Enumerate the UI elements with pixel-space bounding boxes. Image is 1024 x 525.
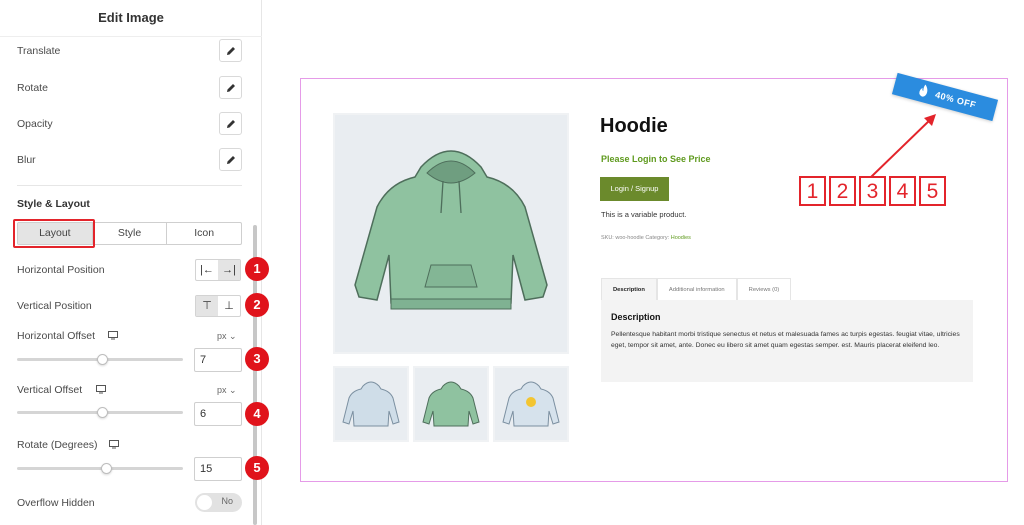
- slider-handle[interactable]: [97, 354, 109, 365]
- tab-reviews[interactable]: Reviews (0): [736, 278, 792, 300]
- sku-meta: SKU: woo-hoodie Category: Hoodies: [601, 235, 691, 241]
- step-badge-4: 4: [245, 402, 269, 426]
- horizontal-offset-label: Horizontal Offset: [17, 330, 96, 342]
- overflow-hidden-label: Overflow Hidden: [17, 497, 95, 509]
- style-layout-heading: Style & Layout: [17, 198, 90, 210]
- panel-title: Edit Image: [98, 10, 164, 25]
- rotate-degrees-label: Rotate (Degrees): [17, 439, 98, 451]
- thumbnail-2[interactable]: [413, 366, 489, 442]
- product-tabs: Description Additional information Revie…: [601, 278, 792, 300]
- thumbnail-3[interactable]: [493, 366, 569, 442]
- translate-edit-button[interactable]: [219, 39, 242, 62]
- editor-panel: Edit Image Translate Rotate Opacity Blur…: [0, 0, 269, 525]
- unit-select[interactable]: px ⌄: [217, 385, 237, 396]
- annotation-number-4: 4: [889, 176, 916, 206]
- description-panel: Description Pellentesque habitant morbi …: [601, 300, 973, 382]
- annotation-arrow: [869, 114, 936, 179]
- step-badge-5: 5: [245, 456, 269, 480]
- hoodie-image: [354, 150, 548, 310]
- monitor-icon[interactable]: [96, 385, 106, 394]
- horizontal-position-control: |← →|: [195, 259, 241, 281]
- login-signup-button[interactable]: Login / Signup: [600, 177, 669, 201]
- annotation-number-3: 3: [859, 176, 886, 206]
- align-left-button[interactable]: |←: [196, 260, 218, 280]
- annotation-number-5: 5: [919, 176, 946, 206]
- blur-label: Blur: [17, 154, 36, 166]
- tab-additional-information[interactable]: Additional information: [656, 278, 737, 300]
- unit-value: px: [217, 331, 227, 341]
- annotation-number-2: 2: [829, 176, 856, 206]
- tab-description[interactable]: Description: [601, 278, 657, 300]
- product-short-description: This is a variable product.: [601, 210, 687, 219]
- flame-icon: [919, 84, 928, 97]
- description-heading: Description: [611, 312, 661, 322]
- thumbnail-1[interactable]: [333, 366, 409, 442]
- step-badge-3: 3: [245, 347, 269, 371]
- login-to-see-price: Please Login to See Price: [601, 154, 711, 164]
- rotate-degrees-input[interactable]: 15: [194, 457, 242, 481]
- vertical-position-control: ⊤ ⊥: [195, 295, 241, 317]
- unit-value: px: [217, 385, 227, 395]
- toggle-text: No: [221, 496, 233, 506]
- section-divider: [17, 185, 242, 186]
- translate-label: Translate: [17, 45, 61, 57]
- overflow-hidden-toggle[interactable]: No: [195, 493, 242, 512]
- pencil-icon: [227, 84, 235, 92]
- rotate-label: Rotate: [17, 82, 48, 94]
- hoodie-thumbnail: [342, 381, 400, 427]
- monitor-icon[interactable]: [109, 440, 119, 449]
- toggle-knob: [197, 495, 212, 510]
- slider-handle[interactable]: [100, 463, 112, 474]
- step-badge-1: 1: [245, 257, 269, 281]
- blur-edit-button[interactable]: [219, 148, 242, 171]
- hoodie-thumbnail: [502, 381, 560, 427]
- vertical-offset-input[interactable]: 6: [194, 402, 242, 426]
- product-main-image[interactable]: [333, 113, 569, 354]
- tab-style[interactable]: Style: [93, 223, 168, 244]
- vertical-offset-label: Vertical Offset: [17, 384, 83, 396]
- horizontal-position-label: Horizontal Position: [17, 264, 105, 276]
- product-title: Hoodie: [600, 115, 668, 137]
- opacity-label: Opacity: [17, 118, 53, 130]
- unit-select[interactable]: px ⌄: [217, 331, 237, 342]
- category-link[interactable]: Hoodies: [671, 235, 691, 241]
- pencil-icon: [227, 120, 235, 128]
- align-top-button[interactable]: ⊤: [196, 296, 218, 316]
- panel-header-divider: [0, 36, 262, 37]
- slider-handle[interactable]: [97, 407, 109, 418]
- sku-prefix: SKU: woo-hoodie Category:: [601, 235, 670, 241]
- annotation-number-1: 1: [799, 176, 826, 206]
- monitor-icon[interactable]: [108, 331, 118, 340]
- opacity-edit-button[interactable]: [219, 112, 242, 135]
- hoodie-thumbnail: [422, 381, 480, 427]
- description-text: Pellentesque habitant morbi tristique se…: [611, 331, 960, 349]
- pencil-icon: [227, 156, 235, 164]
- layout-tab-highlight: [13, 219, 95, 248]
- align-right-button[interactable]: →|: [218, 260, 240, 280]
- tab-icon[interactable]: Icon: [167, 223, 241, 244]
- pencil-icon: [227, 47, 235, 55]
- step-badge-2: 2: [245, 293, 269, 317]
- horizontal-offset-input[interactable]: 7: [194, 348, 242, 372]
- vertical-position-label: Vertical Position: [17, 300, 92, 312]
- rotate-edit-button[interactable]: [219, 76, 242, 99]
- align-bottom-button[interactable]: ⊥: [218, 296, 240, 316]
